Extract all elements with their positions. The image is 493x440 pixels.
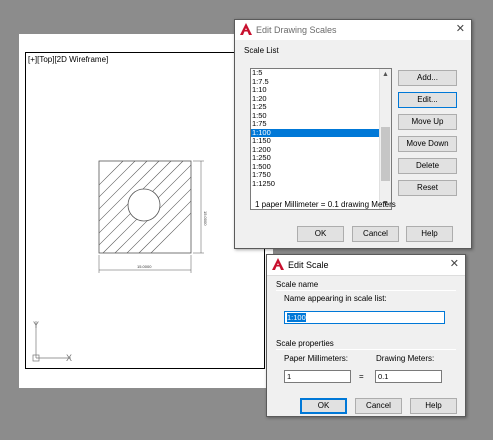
cancel-button[interactable]: Cancel [352,226,399,242]
move-down-button[interactable]: Move Down [398,136,457,152]
equals-sign: = [359,372,364,381]
help-button[interactable]: Help [410,398,457,414]
scale-listbox[interactable]: 1:5 1:7.5 1:10 1:20 1:25 1:50 1:75 1:100 1:150 1:… [250,68,392,210]
dim-text-horizontal: 15.0000 [137,264,152,269]
move-up-button[interactable]: Move Up [398,114,457,130]
list-item[interactable]: 1:20 [251,94,379,104]
add-button[interactable]: Add... [398,70,457,86]
scale-properties-label: Scale properties [276,339,334,348]
drawing-canvas: 15.0000 15.0000 X Y [32,160,208,363]
paper-units-label: Paper Millimeters: [284,354,349,363]
delete-button[interactable]: Delete [398,158,457,174]
scale-name-input[interactable]: 1:100 [284,311,445,324]
close-icon[interactable]: ✕ [456,23,465,35]
cancel-button[interactable]: Cancel [355,398,402,414]
autocad-icon [240,23,252,35]
drawing-viewport[interactable]: [+][Top][2D Wireframe] 15.0000 15.0000 X… [25,52,265,369]
dialog-title: Edit Scale [288,260,329,270]
scale-list-label: Scale List [244,46,279,55]
separator [276,290,456,291]
name-field-label: Name appearing in scale list: [284,294,387,303]
drawing-units-input[interactable]: 0.1 [375,370,442,383]
ucs-x-label: X [66,353,72,363]
scale-items: 1:5 1:7.5 1:10 1:20 1:25 1:50 1:75 1:100 1:150 1:… [251,69,379,188]
list-item[interactable]: 1:5 [251,69,379,78]
ok-button[interactable]: OK [297,226,344,242]
paper-units-input[interactable]: 1 [284,370,351,383]
dialog-title: Edit Drawing Scales [256,25,337,35]
drawing-units-label: Drawing Meters: [376,354,435,363]
list-item[interactable]: 1:25 [251,102,379,112]
scale-name-label: Scale name [276,280,319,289]
close-icon[interactable]: ✕ [450,258,459,270]
reset-button[interactable]: Reset [398,180,457,196]
circle-hole [127,188,161,222]
titlebar[interactable]: Edit Drawing Scales ✕ [235,20,471,40]
list-item[interactable]: 1:7.5 [251,77,379,87]
edit-scale-dialog: Edit Scale ✕ Scale name Name appearing i… [266,254,466,417]
scroll-up-icon[interactable]: ▲ [380,69,391,80]
titlebar[interactable]: Edit Scale ✕ [267,255,465,276]
edit-button[interactable]: Edit... [398,92,457,108]
list-item[interactable]: 1:1250 [251,179,379,189]
ok-button[interactable]: OK [300,398,347,414]
scale-info-text: 1 paper Millimeter = 0.1 drawing Meters [255,200,396,209]
help-button[interactable]: Help [406,226,453,242]
scrollbar[interactable]: ▲ ▼ [379,69,391,209]
autocad-icon [272,258,284,270]
separator [276,349,456,350]
edit-drawing-scales-dialog: Edit Drawing Scales ✕ Scale List 1:5 1:7.… [234,19,472,249]
list-item[interactable]: 1:10 [251,85,379,95]
scroll-thumb[interactable] [381,127,390,181]
scale-name-value: 1:100 [287,313,306,322]
list-item[interactable]: 1:50 [251,111,379,121]
ucs-y-label: Y [33,320,39,330]
dim-text-vertical: 15.0000 [203,211,208,226]
